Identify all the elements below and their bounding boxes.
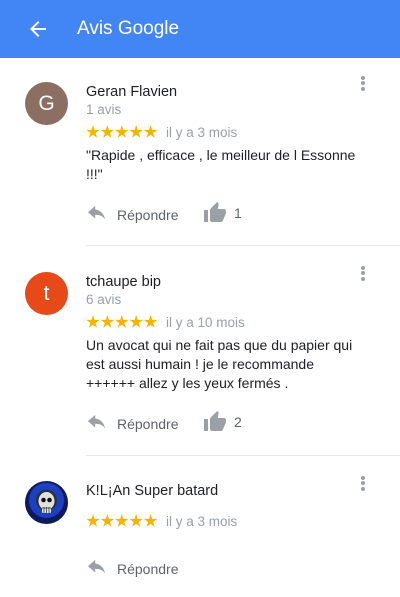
star-icon bbox=[86, 125, 100, 138]
reply-button[interactable]: Répondre bbox=[86, 203, 186, 227]
page-title: Avis Google bbox=[77, 18, 180, 39]
star-icon bbox=[100, 125, 115, 138]
like-button[interactable]: 1 bbox=[202, 201, 252, 225]
review-text: "Rapide , efficace , le meilleur de l Es… bbox=[86, 147, 356, 182]
reply-label: Répondre bbox=[117, 561, 179, 577]
star-rating bbox=[86, 514, 158, 530]
star-icon bbox=[143, 514, 158, 527]
like-count: 1 bbox=[234, 205, 242, 221]
star-icon bbox=[86, 315, 100, 328]
star-icon bbox=[129, 514, 143, 527]
star-icon bbox=[86, 514, 100, 527]
reply-icon bbox=[88, 205, 106, 220]
star-icon bbox=[129, 125, 143, 138]
star-icon bbox=[115, 125, 129, 138]
app-bar: Avis Google bbox=[0, 0, 400, 58]
star-icon bbox=[115, 514, 129, 527]
reviewer-name[interactable]: Geran Flavien bbox=[86, 83, 177, 101]
reviewer-name[interactable]: K!L¡An Super batard bbox=[86, 482, 218, 500]
review-count: 6 avis bbox=[86, 292, 122, 307]
more-options-icon[interactable] bbox=[356, 74, 370, 94]
avatar[interactable]: G bbox=[25, 82, 68, 125]
reply-icon bbox=[88, 559, 106, 574]
star-rating bbox=[86, 315, 158, 331]
more-options-icon[interactable] bbox=[356, 264, 370, 284]
review-count: 1 avis bbox=[86, 102, 122, 117]
like-count: 2 bbox=[234, 414, 242, 430]
like-button[interactable]: 2 bbox=[202, 410, 252, 434]
avatar[interactable]: t bbox=[25, 272, 68, 315]
reviewer-name[interactable]: tchaupe bip bbox=[86, 273, 161, 291]
divider bbox=[86, 455, 400, 456]
reply-label: Répondre bbox=[117, 207, 179, 223]
review-time: il y a 3 mois bbox=[166, 514, 238, 529]
reply-icon bbox=[88, 414, 106, 429]
star-rating bbox=[86, 125, 158, 141]
review-text: Un avocat qui ne fait pas que du papier … bbox=[86, 337, 353, 391]
reply-button[interactable]: Répondre bbox=[86, 412, 186, 436]
divider bbox=[86, 245, 400, 246]
star-icon bbox=[143, 125, 158, 138]
review-time: il y a 3 mois bbox=[166, 125, 238, 140]
star-icon bbox=[143, 315, 158, 328]
review-time: il y a 10 mois bbox=[166, 315, 245, 330]
skull-icon bbox=[38, 492, 55, 513]
avatar[interactable] bbox=[25, 481, 68, 524]
reply-label: Répondre bbox=[117, 416, 179, 432]
back-arrow-icon[interactable] bbox=[26, 17, 50, 41]
thumb-up-icon bbox=[204, 202, 226, 222]
star-icon bbox=[100, 514, 115, 527]
star-icon bbox=[129, 315, 143, 328]
more-options-icon[interactable] bbox=[356, 474, 370, 494]
star-icon bbox=[100, 315, 115, 328]
reply-button[interactable]: Répondre bbox=[86, 557, 186, 581]
thumb-up-icon bbox=[204, 411, 226, 431]
star-icon bbox=[115, 315, 129, 328]
